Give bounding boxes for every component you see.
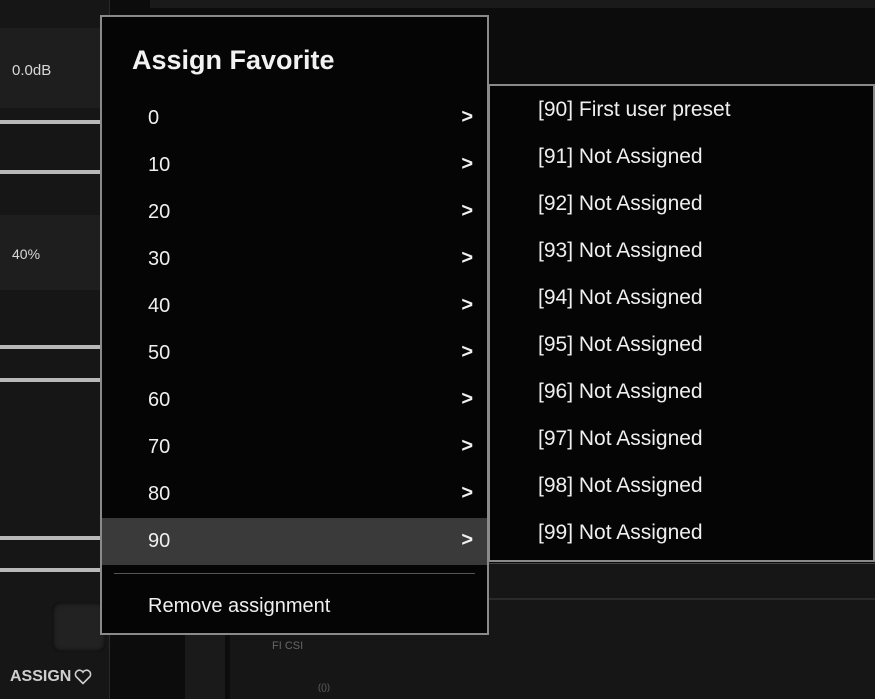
menu-item-40[interactable]: 40 > [102,283,487,330]
percent-value[interactable]: 40% [12,246,40,262]
menu-title: Assign Favorite [132,45,335,75]
divider-rule [0,568,110,572]
assign-favorite-menu: Assign Favorite 0 > 10 > 20 > 30 > 40 > 50 > 6… [100,15,489,635]
menu-item-30[interactable]: 30 > [102,236,487,283]
favorite-slot-submenu: [90] First user preset [91] Not Assigned… [488,84,875,562]
divider-rule [0,345,110,349]
assign-knob[interactable] [52,602,106,652]
chevron-right-icon: > [461,294,473,316]
menu-item-20[interactable]: 20 > [102,189,487,236]
menu-item-50[interactable]: 50 > [102,330,487,377]
chevron-right-icon: > [461,482,473,504]
menu-item-10[interactable]: 10 > [102,142,487,189]
chevron-right-icon: > [461,529,473,551]
menu-item-label: 60 [148,389,171,411]
submenu-item[interactable]: [96] Not Assigned [490,368,873,415]
submenu-item[interactable]: [91] Not Assigned [490,133,873,180]
menu-item-label: 10 [148,154,171,176]
chevron-right-icon: > [461,200,473,222]
menu-item-label: 30 [148,248,171,270]
menu-separator [114,573,475,574]
chevron-right-icon: > [461,341,473,363]
chevron-right-icon: > [461,106,473,128]
menu-item-label: 50 [148,342,171,364]
menu-item-60[interactable]: 60 > [102,377,487,424]
top-bar [150,0,875,8]
submenu-item[interactable]: [93] Not Assigned [490,227,873,274]
submenu-item[interactable]: [94] Not Assigned [490,274,873,321]
menu-item-0[interactable]: 0 > [102,95,487,142]
divider-rule [0,378,110,382]
assign-button[interactable]: ASSIGN [10,668,92,686]
submenu-item[interactable]: [99] Not Assigned [490,509,873,556]
heart-icon [74,669,92,685]
small-label: FI CSI [272,640,304,652]
submenu-item[interactable]: [92] Not Assigned [490,180,873,227]
divider-rule [0,170,110,174]
chevron-right-icon: > [461,153,473,175]
menu-item-80[interactable]: 80 > [102,471,487,518]
chevron-right-icon: > [461,435,473,457]
chevron-right-icon: > [461,247,473,269]
menu-item-90[interactable]: 90 > [102,518,487,565]
submenu-item[interactable]: [90] First user preset [490,86,873,133]
menu-item-label: 80 [148,483,171,505]
menu-item-label: 40 [148,295,171,317]
remove-assignment-item[interactable]: Remove assignment [148,595,330,618]
assign-label: ASSIGN [10,668,72,685]
submenu-item[interactable]: [95] Not Assigned [490,321,873,368]
menu-item-label: 90 [148,530,171,552]
submenu-item[interactable]: [97] Not Assigned [490,415,873,462]
menu-items: 0 > 10 > 20 > 30 > 40 > 50 > 60 > 70 > 80 > 90 > [102,95,487,565]
divider-rule [0,120,110,124]
menu-item-label: 20 [148,201,171,223]
submenu-item[interactable]: [98] Not Assigned [490,462,873,509]
menu-item-label: 0 [148,107,160,129]
menu-item-70[interactable]: 70 > [102,424,487,471]
chevron-right-icon: > [461,388,473,410]
small-label: (()) [318,682,330,692]
menu-item-label: 70 [148,436,171,458]
left-control-panel: 0.0dB 40% [0,0,110,699]
divider-rule [0,536,110,540]
level-value[interactable]: 0.0dB [12,62,51,79]
